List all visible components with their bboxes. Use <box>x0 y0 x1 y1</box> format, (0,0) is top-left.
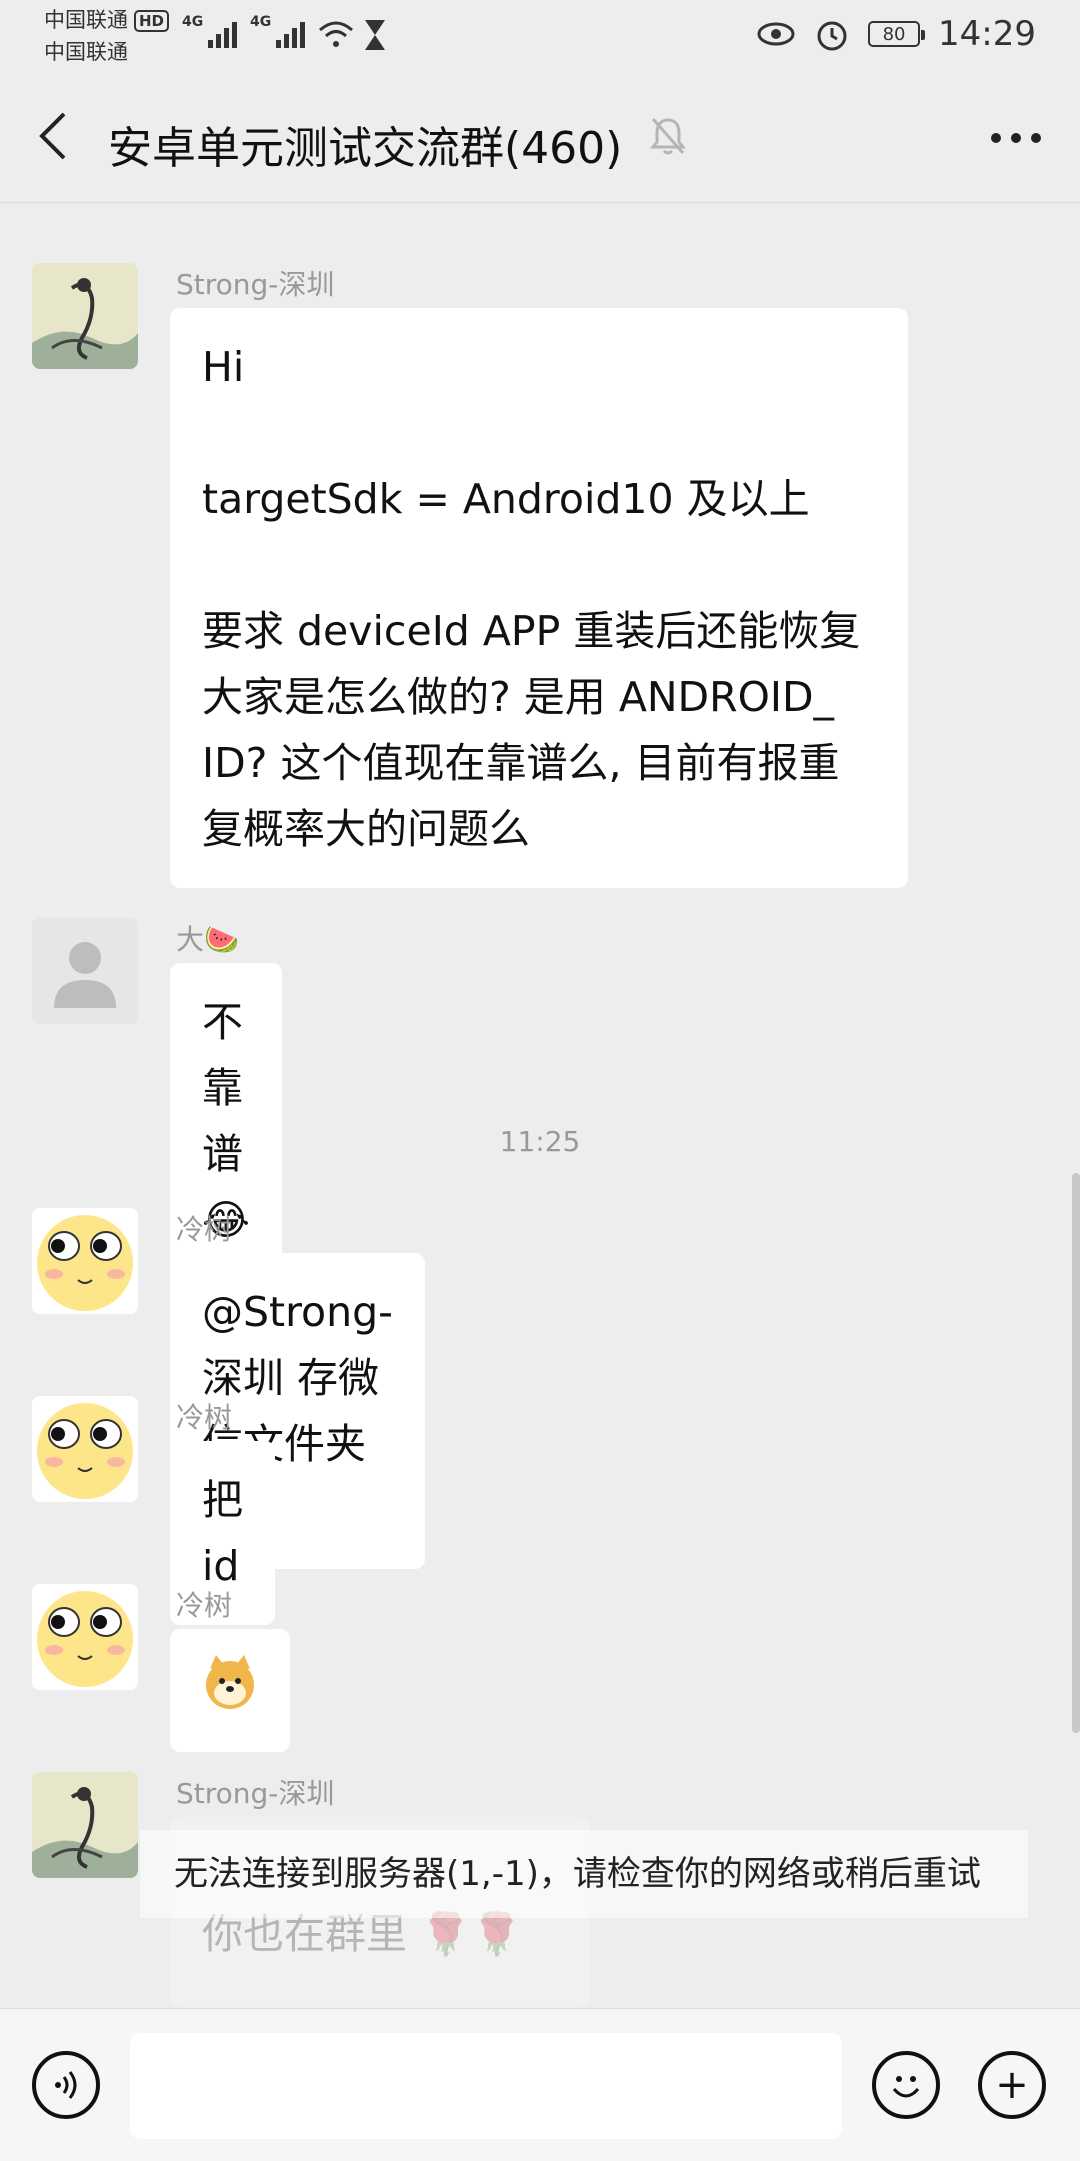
chevron-left-icon <box>39 112 66 160</box>
chat-header: 安卓单元测试交流群(460) <box>0 68 1080 203</box>
emoji-face-avatar-icon <box>32 1396 138 1502</box>
message-list[interactable]: Strong-深圳 Hi targetSdk = Android10 及以上 要… <box>0 203 1080 2008</box>
sender-name: 冷树 <box>176 1589 233 1622</box>
clock: 14:29 <box>938 14 1036 54</box>
message-line: ID? 这个值现在靠谱么, 目前有报重 <box>202 739 840 787</box>
hourglass-icon <box>365 20 385 50</box>
sender-name: 大🍉 <box>176 923 239 956</box>
message-line: targetSdk = Android10 及以上 <box>202 475 810 523</box>
message-line <box>202 532 876 598</box>
doge-sticker-icon <box>206 1655 254 1709</box>
bell-off-icon <box>650 118 686 155</box>
message-line: 要求 deviceId APP 重装后还能恢复 <box>202 607 861 655</box>
alarm-icon <box>817 21 847 51</box>
wifi-icon <box>319 21 353 47</box>
status-bar: 中国联通 HD 中国联通 4G 4G 80 14:29 <box>0 0 1080 68</box>
eye-icon <box>757 22 795 46</box>
default-user-avatar-icon <box>32 918 138 1024</box>
message-line: Hi <box>202 343 245 391</box>
message-bubble[interactable] <box>170 1629 290 1752</box>
emoji-icon <box>892 2076 920 2098</box>
battery-icon: 80 <box>868 21 926 47</box>
avatar[interactable] <box>32 1208 138 1314</box>
emoji-face-avatar-icon <box>32 1584 138 1690</box>
sender-name: 冷树 <box>176 1213 233 1246</box>
scrollbar[interactable] <box>1072 1173 1080 1733</box>
avatar[interactable] <box>32 1584 138 1690</box>
signal-icon: 4G <box>182 14 238 48</box>
hd-badge: HD <box>134 10 170 32</box>
carrier-2: 中国联通 <box>44 40 128 64</box>
more-options-button[interactable] <box>988 108 1044 159</box>
sender-name: Strong-深圳 <box>176 1777 335 1810</box>
message-line <box>202 400 876 466</box>
avatar[interactable] <box>32 1396 138 1502</box>
ink-painting-avatar-icon <box>32 263 138 369</box>
emoji-face-avatar-icon <box>32 1208 138 1314</box>
more-functions-button[interactable]: + <box>978 2051 1046 2119</box>
network-error-toast: 无法连接到服务器(1,-1)，请检查你的网络或稍后重试 <box>140 1830 1028 1918</box>
ink-painting-avatar-icon <box>32 1772 138 1878</box>
status-right-group: 80 14:29 <box>756 14 1036 54</box>
sender-name: 冷树 <box>176 1401 233 1434</box>
avatar[interactable] <box>32 918 138 1024</box>
message-line: 大家是怎么做的? 是用 ANDROID_ <box>202 673 835 721</box>
voice-icon <box>55 2071 77 2099</box>
message-input[interactable] <box>130 2033 842 2139</box>
emoji-button[interactable] <box>872 2051 940 2119</box>
voice-button[interactable] <box>32 2051 100 2119</box>
chat-title: 安卓单元测试交流群(460) <box>108 123 623 174</box>
avatar[interactable] <box>32 1772 138 1878</box>
plus-icon: + <box>995 2062 1029 2108</box>
avatar[interactable] <box>32 263 138 369</box>
message-bubble[interactable]: Hi targetSdk = Android10 及以上 要求 deviceId… <box>170 308 908 888</box>
back-button[interactable] <box>34 108 90 164</box>
carrier-1: 中国联通 HD <box>44 8 170 32</box>
signal-icon: 4G <box>250 14 306 48</box>
more-icon <box>991 133 1041 143</box>
message-line: 复概率大的问题么 <box>202 805 530 853</box>
sender-name: Strong-深圳 <box>176 268 335 301</box>
input-bar: + <box>0 2008 1080 2161</box>
time-divider: 11:25 <box>499 1125 581 1158</box>
